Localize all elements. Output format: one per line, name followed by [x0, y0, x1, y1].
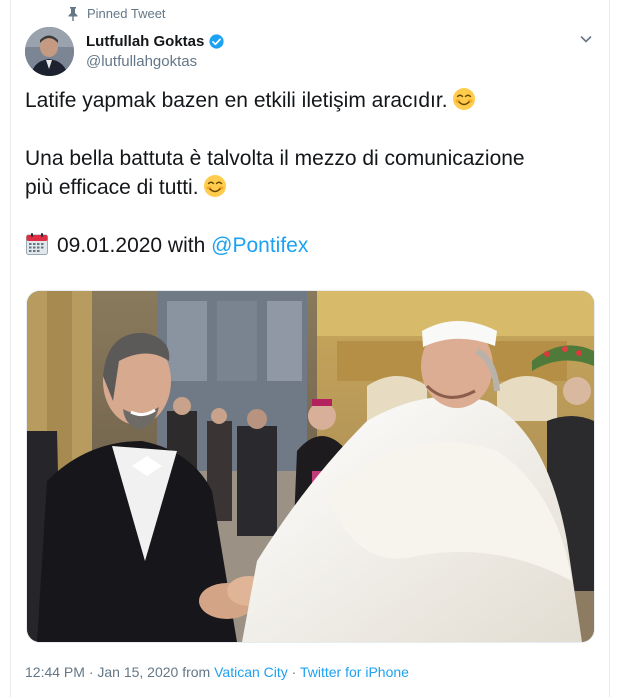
tweet-photo[interactable]	[26, 290, 595, 643]
pinned-tweet-indicator: Pinned Tweet	[67, 6, 166, 21]
author-handle[interactable]: @lutfullahgoktas	[86, 53, 197, 70]
tweet-line-date: 09.01.2020 with @Pontifex	[25, 231, 595, 260]
verified-badge-icon	[209, 34, 224, 49]
calendar-icon	[26, 233, 48, 255]
tweet-line-italian-2: più efficace di tutti.	[25, 173, 595, 202]
avatar-image	[25, 27, 74, 76]
author-name-row: Lutfullah Goktas	[86, 33, 225, 50]
timestamp[interactable]: 12:44 PM · Jan 15, 2020 from	[25, 664, 210, 680]
tweet-metadata: 12:44 PM · Jan 15, 2020 from Vatican Cit…	[25, 664, 409, 680]
smiling-face-emoji-icon	[452, 88, 475, 110]
smiling-face-emoji-icon	[203, 175, 226, 197]
author-name[interactable]: Lutfullah Goktas	[86, 33, 204, 50]
photo-image	[27, 291, 594, 642]
source-link[interactable]: Twitter for iPhone	[300, 664, 409, 680]
mention-link[interactable]: @Pontifex	[211, 234, 308, 257]
meta-separator: ·	[291, 664, 297, 680]
tweet-card: Pinned Tweet Lutfullah Goktas @lutfullah…	[10, 0, 610, 697]
avatar[interactable]	[25, 27, 74, 76]
location-link[interactable]: Vatican City	[214, 664, 288, 680]
tweet-line-3: più efficace di tutti.	[25, 176, 199, 199]
tweet-line-1: Latife yapmak bazen en etkili iletişim a…	[25, 89, 448, 112]
pin-icon	[68, 6, 78, 21]
tweet-line-italian-1: Una bella battuta è talvolta il mezzo di…	[25, 147, 525, 170]
pinned-label: Pinned Tweet	[87, 6, 166, 21]
tweet-line-turkish: Latife yapmak bazen en etkili iletişim a…	[25, 86, 595, 115]
date-text: 09.01.2020 with	[57, 234, 206, 257]
tweet-text: Latife yapmak bazen en etkili iletişim a…	[25, 86, 595, 260]
chevron-down-icon[interactable]	[579, 32, 593, 46]
